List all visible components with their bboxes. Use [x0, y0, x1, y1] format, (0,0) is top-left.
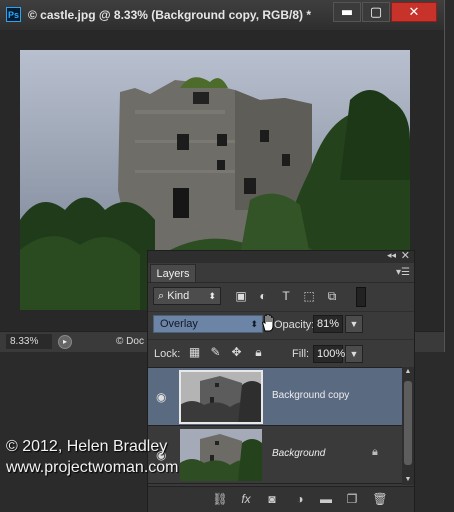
eye-icon[interactable]: ◉: [156, 390, 166, 404]
status-info-icon[interactable]: ▸: [58, 335, 72, 349]
filter-kind-label: Kind: [167, 290, 190, 302]
layer-name[interactable]: Background: [272, 448, 325, 459]
chevron-updown-icon: ⬍: [250, 319, 258, 329]
link-icon[interactable]: ⛓: [212, 492, 228, 506]
workspace-background: [420, 352, 454, 512]
scroll-up-arrow-icon[interactable]: ▲: [402, 367, 414, 377]
website-line: www.projectwoman.com: [6, 459, 179, 476]
photoshop-app-icon: Ps: [6, 7, 21, 22]
copyright-watermark: © 2012, Helen Bradley www.projectwoman.c…: [6, 436, 179, 478]
layer-name[interactable]: Background copy: [272, 390, 349, 401]
lock-row: Lock: ▦ ✎ ✥ 🔒︎ Fill: 100% ▼: [148, 339, 414, 366]
thumbnail-image: [180, 429, 262, 481]
fill-dropdown-button[interactable]: ▼: [345, 345, 363, 363]
fx-icon[interactable]: fx: [238, 492, 254, 506]
fill-label: Fill:: [292, 348, 310, 360]
layer-row-background-copy[interactable]: ◉ Background copy: [148, 368, 402, 426]
opacity-input[interactable]: 81%: [313, 315, 343, 333]
filter-toggle-switch[interactable]: [356, 287, 366, 307]
panel-header-bar[interactable]: ◂◂ ✕: [148, 249, 414, 263]
opacity-label: Opacity:: [274, 319, 315, 331]
layer-thumbnail[interactable]: [180, 429, 262, 481]
layers-bottom-toolbar: ⛓ fx ◙ ◑ ▬ ❐ 🗑︎: [148, 486, 414, 512]
layer-filter-row: ⌕ Kind ⬍ ▣ ◐ T ⬚ ⧉: [148, 284, 414, 310]
lock-label: Lock:: [154, 348, 181, 360]
search-icon: ⌕: [158, 290, 165, 302]
scroll-down-arrow-icon[interactable]: ▼: [402, 475, 414, 485]
layers-panel: ◂◂ ✕ Layers ▾☰ ⌕ Kind ⬍ ▣ ◐ T ⬚ ⧉ Overla…: [147, 250, 415, 512]
tab-divider: [148, 282, 414, 283]
minimize-button[interactable]: ▬: [333, 2, 361, 22]
tab-layers[interactable]: Layers: [150, 264, 196, 283]
maximize-button[interactable]: ▢: [362, 2, 390, 22]
blend-mode-value: Overlay: [160, 318, 198, 330]
adjustment-icon[interactable]: ◑: [292, 492, 308, 506]
blend-mode-select[interactable]: Overlay ⬍: [153, 315, 263, 333]
panel-close-icon[interactable]: ✕: [401, 249, 410, 262]
panel-menu-icon[interactable]: ▾☰: [396, 267, 410, 278]
close-button[interactable]: ✕: [391, 2, 437, 22]
lock-paint-brush-icon[interactable]: ✎: [209, 346, 222, 359]
blend-row: Overlay ⬍ Opacity: 81% ▼: [148, 311, 414, 338]
document-title-bar[interactable]: Ps © castle.jpg @ 8.33% (Background copy…: [0, 0, 444, 30]
trash-icon[interactable]: 🗑︎: [372, 492, 388, 506]
type-filter-icon[interactable]: T: [279, 289, 293, 303]
adjustment-filter-icon[interactable]: ◐: [256, 289, 270, 303]
lock-position-icon[interactable]: ✥: [230, 346, 243, 359]
layers-list: ◉ Background copy ◉ Background 🔒︎: [148, 367, 402, 486]
layer-thumbnail[interactable]: [179, 370, 263, 424]
document-title: © castle.jpg @ 8.33% (Background copy, R…: [28, 8, 312, 22]
scroll-thumb[interactable]: [404, 381, 412, 465]
new-layer-icon[interactable]: ❐: [344, 492, 360, 506]
layer-row-background[interactable]: ◉ Background 🔒︎: [148, 426, 402, 484]
pixel-filter-icon[interactable]: ▣: [234, 289, 248, 303]
copyright-line: © 2012, Helen Bradley: [6, 438, 168, 455]
chevron-updown-icon: ⬍: [208, 291, 216, 301]
shape-filter-icon[interactable]: ⬚: [302, 289, 316, 303]
layer-lock-icon[interactable]: 🔒︎: [372, 446, 378, 459]
doc-info-text: Doc: [126, 336, 144, 347]
mask-icon[interactable]: ◙: [264, 492, 280, 506]
doc-info-label[interactable]: © Doc: [116, 336, 144, 347]
lock-all-icon[interactable]: 🔒︎: [252, 346, 265, 359]
fill-input[interactable]: 100%: [313, 345, 345, 363]
zoom-level-field[interactable]: 8.33%: [6, 334, 52, 349]
lock-transparent-icon[interactable]: ▦: [188, 346, 201, 359]
smart-object-filter-icon[interactable]: ⧉: [325, 289, 339, 303]
opacity-dropdown-button[interactable]: ▼: [345, 315, 363, 333]
layers-scrollbar[interactable]: ▲ ▼: [402, 367, 414, 485]
collapse-panel-icon[interactable]: ◂◂: [387, 250, 396, 261]
thumbnail-image: [180, 371, 262, 423]
folder-icon[interactable]: ▬: [318, 492, 334, 506]
filter-kind-select[interactable]: ⌕ Kind ⬍: [153, 287, 221, 305]
